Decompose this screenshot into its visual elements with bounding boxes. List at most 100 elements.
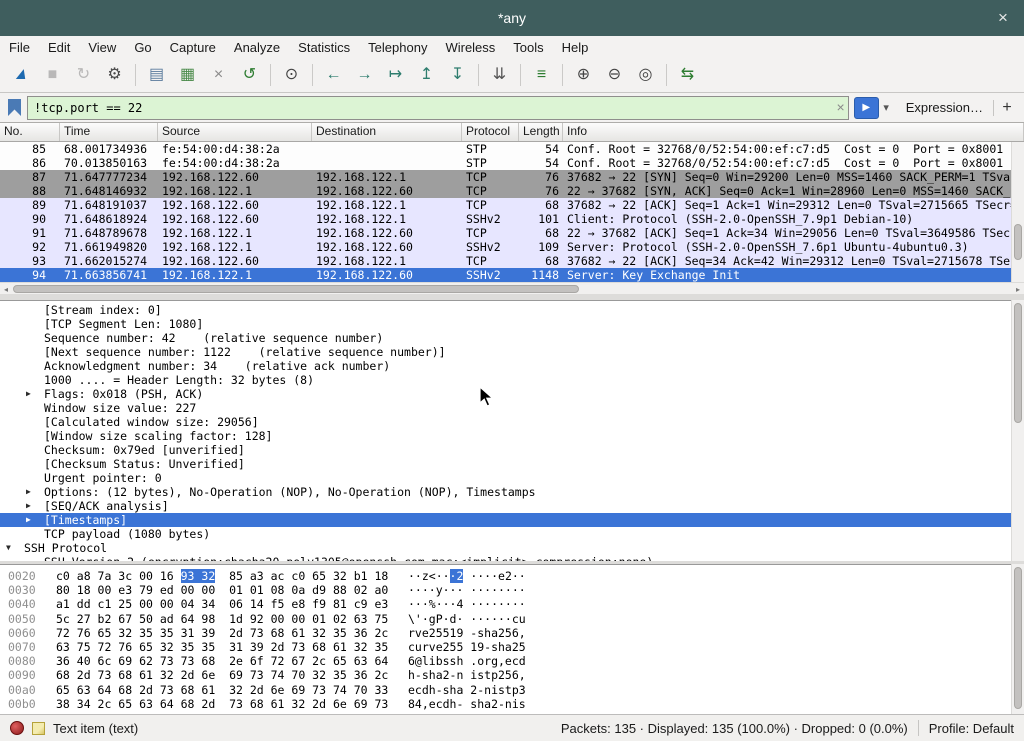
hex-line[interactable]: 0020c0 a8 7a 3c 00 16 93 32 85 a3 ac c0 … [0, 569, 1011, 583]
detail-line[interactable]: [Calculated window size: 29056] [0, 415, 1011, 429]
menu-telephony[interactable]: Telephony [359, 38, 436, 57]
expand-arrow-icon[interactable]: ▼ [6, 541, 24, 555]
expand-arrow-icon[interactable]: ▶ [26, 387, 44, 401]
menu-edit[interactable]: Edit [39, 38, 79, 57]
hex-line[interactable]: 00505c 27 b2 67 50 ad 64 98 1d 92 00 00 … [0, 612, 1011, 626]
packet-list-vscroll-thumb[interactable] [1014, 224, 1022, 260]
detail-line[interactable]: Window size value: 227 [0, 401, 1011, 415]
bytes-vscroll-thumb[interactable] [1014, 567, 1022, 709]
menu-view[interactable]: View [79, 38, 125, 57]
save-file-button[interactable]: ▦ [172, 61, 203, 89]
detail-line[interactable]: [Next sequence number: 1122 (relative se… [0, 345, 1011, 359]
resize-columns-button[interactable]: ⇆ [672, 61, 703, 89]
packet-row[interactable]: 8670.013850163fe:54:00:d4:38:2aSTP54Conf… [0, 156, 1011, 170]
close-file-button[interactable]: × [203, 61, 234, 89]
column-header-source[interactable]: Source [158, 123, 312, 141]
profile-button[interactable]: Profile: Default [929, 721, 1014, 736]
display-filter-input[interactable] [27, 96, 849, 120]
auto-scroll-button[interactable]: ⇊ [484, 61, 515, 89]
packet-list-vscrollbar[interactable] [1011, 142, 1024, 282]
details-vscroll-thumb[interactable] [1014, 303, 1022, 423]
hex-line[interactable]: 008036 40 6c 69 62 73 73 68 2e 6f 72 67 … [0, 654, 1011, 668]
open-file-button[interactable]: ▤ [141, 61, 172, 89]
go-forward-button[interactable]: → [349, 61, 380, 89]
packet-row[interactable]: 8871.648146932192.168.122.1192.168.122.6… [0, 184, 1011, 198]
detail-line[interactable]: Acknowledgment number: 34 (relative ack … [0, 359, 1011, 373]
packet-row[interactable]: 9271.661949820192.168.122.1192.168.122.6… [0, 240, 1011, 254]
detail-line[interactable]: ▶Flags: 0x018 (PSH, ACK) [0, 387, 1011, 401]
start-capture-button[interactable]: ▲ [6, 61, 37, 89]
detail-line[interactable]: [Stream index: 0] [0, 303, 1011, 317]
title-bar[interactable]: *any × [0, 0, 1024, 36]
hex-line[interactable]: 0040a1 dd c1 25 00 00 04 34 06 14 f5 e8 … [0, 597, 1011, 611]
menu-tools[interactable]: Tools [504, 38, 552, 57]
detail-line[interactable]: ▼SSH Protocol [0, 541, 1011, 555]
column-header-no[interactable]: No. [0, 123, 60, 141]
capture-comment-icon[interactable] [32, 722, 45, 735]
detail-line[interactable]: [Checksum Status: Unverified] [0, 457, 1011, 471]
menu-file[interactable]: File [0, 38, 39, 57]
filter-bookmark-icon[interactable] [8, 99, 21, 116]
close-window-button[interactable]: × [992, 7, 1014, 29]
menu-statistics[interactable]: Statistics [289, 38, 359, 57]
packet-row[interactable]: 8568.001734936fe:54:00:d4:38:2aSTP54Conf… [0, 142, 1011, 156]
find-packet-button[interactable]: ⊙ [276, 61, 307, 89]
apply-filter-button[interactable]: ▶ [854, 97, 879, 119]
details-vscrollbar[interactable] [1011, 300, 1024, 561]
expand-arrow-icon[interactable]: ▶ [26, 499, 44, 513]
packet-row[interactable]: 8771.647777234192.168.122.60192.168.122.… [0, 170, 1011, 184]
detail-line[interactable]: 1000 .... = Header Length: 32 bytes (8) [0, 373, 1011, 387]
packet-row[interactable]: 8971.648191037192.168.122.60192.168.122.… [0, 198, 1011, 212]
hscroll-thumb[interactable] [13, 285, 579, 293]
column-header-time[interactable]: Time [60, 123, 158, 141]
expert-info-icon[interactable] [10, 721, 24, 735]
detail-line[interactable]: ▶Options: (12 bytes), No-Operation (NOP)… [0, 485, 1011, 499]
bytes-vscrollbar[interactable] [1011, 564, 1024, 714]
menu-capture[interactable]: Capture [161, 38, 225, 57]
wireshark-window: { "colors": { "titlebar": "#3f5e5e", "se… [0, 0, 1024, 741]
expand-arrow-icon[interactable]: ▶ [26, 513, 44, 527]
expression-button[interactable]: Expression… [906, 100, 983, 115]
detail-line[interactable]: ▶[Timestamps] [0, 513, 1011, 527]
menu-help[interactable]: Help [553, 38, 598, 57]
column-header-protocol[interactable]: Protocol [462, 123, 519, 141]
clear-filter-icon[interactable]: × [837, 99, 845, 115]
reload-file-button[interactable]: ↺ [234, 61, 265, 89]
packet-row[interactable]: 9471.663856741192.168.122.1192.168.122.6… [0, 268, 1011, 282]
go-back-button[interactable]: ← [318, 61, 349, 89]
packet-row[interactable]: 9371.662015274192.168.122.60192.168.122.… [0, 254, 1011, 268]
hex-line[interactable]: 00b038 34 2c 65 63 64 68 2d 73 68 61 32 … [0, 697, 1011, 711]
packet-list-hscrollbar[interactable]: ◂ ▸ [0, 282, 1024, 294]
capture-options-button[interactable]: ⚙ [99, 61, 130, 89]
column-header-destination[interactable]: Destination [312, 123, 462, 141]
detail-line[interactable]: [TCP Segment Len: 1080] [0, 317, 1011, 331]
packet-row[interactable]: 9171.648789678192.168.122.1192.168.122.6… [0, 226, 1011, 240]
hex-line[interactable]: 006072 76 65 32 35 35 31 39 2d 73 68 61 … [0, 626, 1011, 640]
filter-history-dropdown[interactable]: ▾ [879, 97, 894, 119]
add-filter-button[interactable]: + [996, 97, 1018, 119]
detail-line[interactable]: Sequence number: 42 (relative sequence n… [0, 331, 1011, 345]
detail-line[interactable]: Checksum: 0x79ed [unverified] [0, 443, 1011, 457]
hex-line[interactable]: 009068 2d 73 68 61 32 2d 6e 69 73 74 70 … [0, 668, 1011, 682]
detail-line[interactable]: TCP payload (1080 bytes) [0, 527, 1011, 541]
column-header-length[interactable]: Length [519, 123, 563, 141]
menu-analyze[interactable]: Analyze [225, 38, 289, 57]
menu-wireless[interactable]: Wireless [436, 38, 504, 57]
hex-line[interactable]: 003080 18 00 e3 79 ed 00 00 01 01 08 0a … [0, 583, 1011, 597]
zoom-100-button[interactable]: ◎ [630, 61, 661, 89]
detail-line[interactable]: [Window size scaling factor: 128] [0, 429, 1011, 443]
zoom-out-button[interactable]: ⊖ [599, 61, 630, 89]
go-first-packet-button[interactable]: ↥ [411, 61, 442, 89]
expand-arrow-icon[interactable]: ▶ [26, 485, 44, 499]
packet-row[interactable]: 9071.648618924192.168.122.60192.168.122.… [0, 212, 1011, 226]
go-last-packet-button[interactable]: ↧ [442, 61, 473, 89]
colorize-button[interactable]: ≡ [526, 61, 557, 89]
hex-line[interactable]: 00a065 63 64 68 2d 73 68 61 32 2d 6e 69 … [0, 683, 1011, 697]
column-header-info[interactable]: Info [563, 123, 1024, 141]
zoom-in-button[interactable]: ⊕ [568, 61, 599, 89]
hex-line[interactable]: 007063 75 72 76 65 32 35 35 31 39 2d 73 … [0, 640, 1011, 654]
go-to-packet-button[interactable]: ↦ [380, 61, 411, 89]
detail-line[interactable]: Urgent pointer: 0 [0, 471, 1011, 485]
detail-line[interactable]: ▶[SEQ/ACK analysis] [0, 499, 1011, 513]
menu-go[interactable]: Go [125, 38, 160, 57]
